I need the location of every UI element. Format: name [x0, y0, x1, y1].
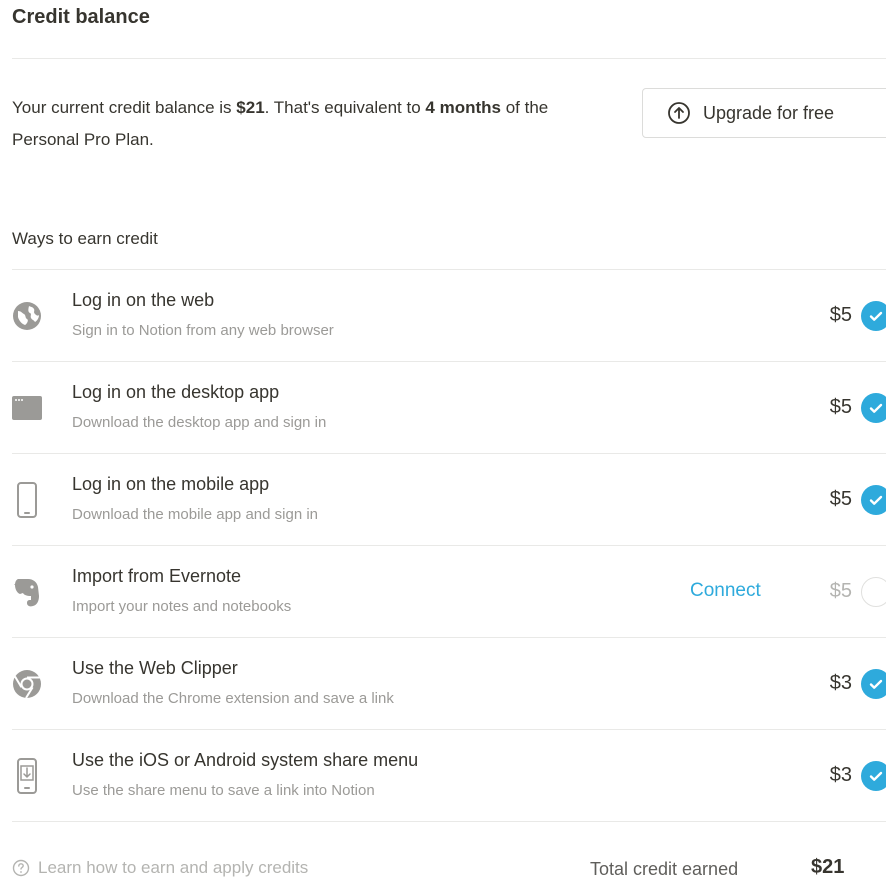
earn-item-subtitle: Download the desktop app and sign in: [72, 414, 327, 431]
completed-check-icon: [861, 761, 886, 791]
balance-description: Your current credit balance is $21. That…: [12, 92, 612, 156]
earn-item-title: Log in on the mobile app: [72, 474, 270, 494]
share-phone-icon: [12, 758, 42, 794]
earn-item-subtitle: Import your notes and notebooks: [72, 598, 292, 615]
earn-item-web-clipper: Use the Web Clipper Download the Chrome …: [0, 638, 886, 730]
earn-item-amount: $5: [829, 488, 852, 510]
balance-amount: $21: [236, 98, 265, 117]
earn-item-title: Log in on the web: [72, 290, 215, 310]
completed-check-icon: [861, 485, 886, 515]
incomplete-circle-icon: [861, 577, 886, 607]
balance-text-prefix: Your current credit balance is: [12, 98, 237, 117]
earn-item-amount: $5: [829, 580, 852, 602]
earn-item-amount: $3: [829, 672, 852, 694]
earn-item-title: Log in on the desktop app: [72, 382, 280, 402]
earn-item-web-login: Log in on the web Sign in to Notion from…: [0, 270, 886, 362]
earn-item-share-menu: Use the iOS or Android system share menu…: [0, 730, 886, 822]
evernote-connect-link[interactable]: Connect: [690, 580, 761, 602]
row-divider: [12, 821, 886, 822]
header-divider: [12, 58, 886, 59]
earn-item-title: Use the Web Clipper: [72, 658, 238, 678]
completed-check-icon: [861, 301, 886, 331]
globe-icon: [12, 298, 42, 334]
completed-check-icon: [861, 669, 886, 699]
mobile-phone-icon: [12, 482, 42, 518]
earn-item-mobile-login: Log in on the mobile app Download the mo…: [0, 454, 886, 546]
desktop-app-icon: [12, 390, 42, 426]
question-circle-icon: [12, 859, 30, 877]
balance-text-middle: . That's equivalent to: [264, 98, 426, 117]
total-credit-label: Total credit earned: [590, 859, 739, 879]
earn-item-subtitle: Use the share menu to save a link into N…: [72, 782, 375, 799]
total-credit-value: $21: [811, 856, 845, 878]
arrow-up-circle-icon: [668, 102, 690, 124]
earn-item-subtitle: Sign in to Notion from any web browser: [72, 322, 334, 339]
earn-item-amount: $5: [829, 304, 852, 326]
earn-item-subtitle: Download the mobile app and sign in: [72, 506, 318, 523]
earn-item-title: Use the iOS or Android system share menu: [72, 750, 419, 770]
chrome-icon: [12, 666, 42, 702]
balance-months: 4 months: [425, 98, 501, 117]
earn-item-amount: $3: [829, 764, 852, 786]
evernote-icon: [12, 574, 42, 610]
earn-item-desktop-login: Log in on the desktop app Download the d…: [0, 362, 886, 454]
earn-item-evernote-import: Import from Evernote Import your notes a…: [0, 546, 886, 638]
completed-check-icon: [861, 393, 886, 423]
learn-credits-link[interactable]: Learn how to earn and apply credits: [12, 858, 308, 878]
page-title: Credit balance: [12, 6, 150, 28]
earn-item-amount: $5: [829, 396, 852, 418]
earn-item-subtitle: Download the Chrome extension and save a…: [72, 690, 394, 707]
earn-item-title: Import from Evernote: [72, 566, 242, 586]
upgrade-button[interactable]: Upgrade for free: [642, 88, 886, 138]
learn-credits-link-label: Learn how to earn and apply credits: [38, 858, 309, 877]
upgrade-button-label: Upgrade for free: [703, 102, 835, 123]
earn-section-label: Ways to earn credit: [12, 229, 158, 248]
